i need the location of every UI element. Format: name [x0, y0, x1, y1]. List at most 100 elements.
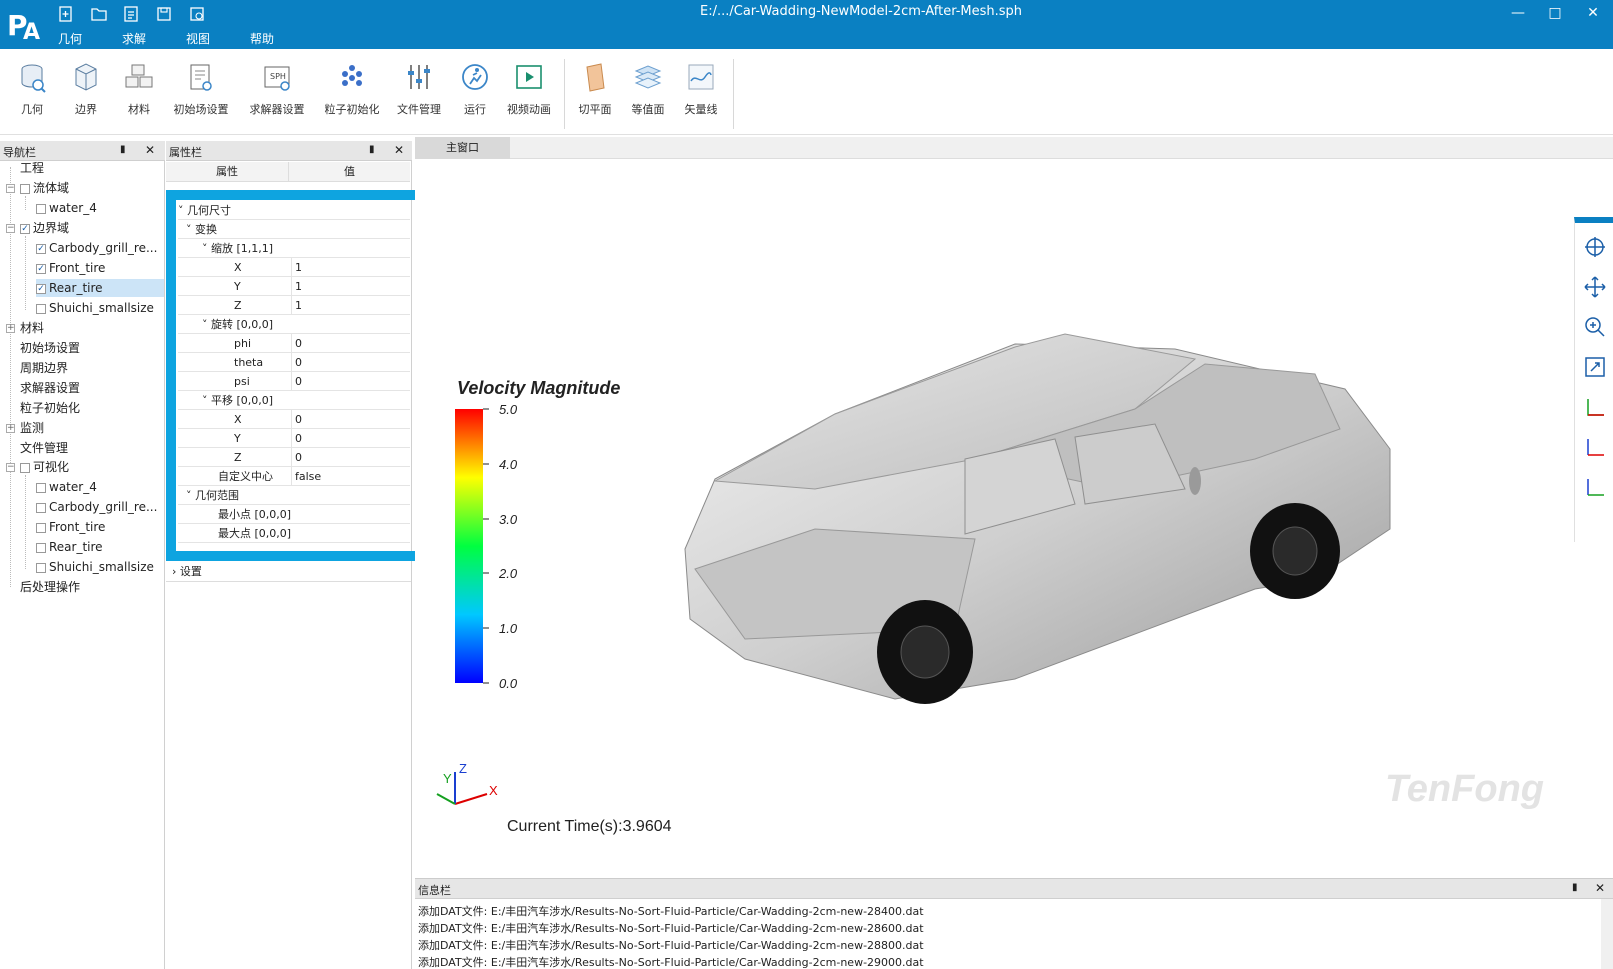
ribbon-video-button[interactable]: 视频动画 [503, 61, 555, 131]
3d-viewport[interactable]: Velocity Magnitude 5.0 4.0 3.0 2.0 1.0 0… [415, 159, 1613, 859]
prop-group-translation[interactable]: ˅ 平移 [0,0,0] [178, 391, 410, 410]
pin-icon[interactable]: ▮ [1572, 882, 1578, 893]
prop-row-psi[interactable]: psi 0 [178, 372, 410, 391]
tree-item-vis-carbody[interactable]: Carbody_grill_re... [36, 498, 157, 516]
prop-row-scale-y[interactable]: Y1 [178, 277, 410, 296]
checkbox[interactable] [36, 482, 46, 493]
tree-item-visualization[interactable]: 可视化 [20, 458, 69, 476]
ribbon-boundary-button[interactable]: 边界 [68, 61, 104, 131]
prop-value[interactable]: 1 [291, 296, 410, 315]
ribbon-geometry-button[interactable]: 几何 [14, 61, 50, 131]
menu-help[interactable]: 帮助 [250, 30, 274, 47]
fit-view-icon[interactable] [1583, 355, 1607, 379]
tree-item-vis-water[interactable]: water_4 [36, 478, 97, 496]
view-xz-icon[interactable] [1583, 435, 1607, 459]
tree-item-vis-shuichi[interactable]: Shuichi_smallsize [36, 558, 154, 576]
column-header-property[interactable]: 属性 [166, 162, 288, 182]
info-scrollbar[interactable] [1601, 899, 1613, 969]
prop-value[interactable]: 0 [291, 353, 410, 372]
tree-item-water[interactable]: water_4 [36, 199, 97, 217]
tree-item-vis-rear-tire[interactable]: Rear_tire [36, 538, 103, 556]
expand-icon[interactable]: + [6, 424, 15, 433]
rotate-icon[interactable] [1583, 235, 1607, 259]
pin-icon[interactable]: ▮ [120, 144, 126, 155]
prop-group-geometry-range[interactable]: ˅ 几何范围 [178, 486, 410, 505]
close-icon[interactable]: ✕ [1595, 881, 1605, 895]
pan-icon[interactable] [1583, 275, 1607, 299]
ribbon-run-button[interactable]: 运行 [457, 61, 493, 131]
tree-item-project[interactable]: 工程 [20, 159, 44, 177]
ribbon-solver-settings-button[interactable]: SPH 求解器设置 [244, 61, 310, 131]
prop-group-settings[interactable]: › 设置 [172, 563, 202, 581]
collapse-icon[interactable]: − [6, 184, 15, 193]
prop-value[interactable]: 1 [291, 277, 410, 296]
menu-view[interactable]: 视图 [186, 30, 210, 47]
view-yz-icon[interactable] [1583, 475, 1607, 499]
tree-item-monitor[interactable]: 监测 [20, 419, 44, 437]
tree-item-particle-init[interactable]: 粒子初始化 [20, 399, 80, 417]
tree-item-front-tire[interactable]: ✓ Front_tire [36, 259, 105, 277]
prop-row-scale-x[interactable]: X1 [178, 258, 410, 277]
ribbon-isosurface-button[interactable]: 等值面 [627, 61, 669, 131]
tree-item-boundary-domain[interactable]: ✓ 边界域 [20, 219, 69, 237]
checkbox[interactable]: ✓ [36, 243, 46, 254]
tree-item-shuichi[interactable]: Shuichi_smallsize [36, 299, 154, 317]
checkbox[interactable] [36, 542, 46, 553]
prop-group-geometry-size[interactable]: ˅ 几何尺寸 [178, 201, 410, 220]
ribbon-material-button[interactable]: 材料 [121, 61, 157, 131]
checkbox[interactable] [36, 502, 46, 513]
prop-row-translate-z[interactable]: Z0 [178, 448, 410, 467]
checkbox[interactable] [36, 303, 46, 314]
prop-row-custom-center[interactable]: 自定义中心 false [178, 467, 410, 486]
checkbox[interactable]: ✓ [20, 223, 30, 234]
prop-value[interactable]: 0 [291, 334, 410, 353]
prop-value[interactable]: 0 [291, 448, 410, 467]
ribbon-particle-init-button[interactable]: 粒子初始化 [320, 61, 384, 131]
prop-group-transform[interactable]: ˅ 变换 [178, 220, 410, 239]
tree-item-periodic-boundary[interactable]: 周期边界 [20, 359, 68, 377]
collapse-icon[interactable]: − [6, 224, 15, 233]
prop-row-min-point[interactable]: 最小点 [0,0,0] [178, 505, 410, 524]
prop-row-translate-x[interactable]: X0 [178, 410, 410, 429]
tree-item-solver-settings[interactable]: 求解器设置 [20, 379, 80, 397]
expand-icon[interactable]: + [6, 324, 15, 333]
ribbon-vector-line-button[interactable]: 矢量线 [680, 61, 722, 131]
column-header-value[interactable]: 值 [288, 162, 410, 182]
tree-item-postprocess[interactable]: 后处理操作 [20, 578, 80, 596]
tab-main-window[interactable]: 主窗口 [415, 137, 510, 159]
ribbon-cut-plane-button[interactable]: 切平面 [574, 61, 616, 131]
tree-item-material[interactable]: 材料 [20, 319, 44, 337]
tree-item-vis-front-tire[interactable]: Front_tire [36, 518, 105, 536]
ribbon-file-manage-button[interactable]: 文件管理 [393, 61, 445, 131]
menu-solve[interactable]: 求解 [122, 30, 146, 47]
checkbox[interactable] [36, 203, 46, 214]
tree-item-carbody[interactable]: ✓ Carbody_grill_re... [36, 239, 157, 257]
checkbox[interactable] [36, 522, 46, 533]
prop-value[interactable]: 0 [291, 429, 410, 448]
close-icon[interactable]: ✕ [394, 143, 404, 157]
zoom-icon[interactable] [1583, 315, 1607, 339]
minimize-button[interactable]: — [1503, 2, 1533, 24]
prop-value[interactable]: 0 [291, 372, 410, 391]
close-icon[interactable]: ✕ [145, 143, 155, 157]
prop-row-theta[interactable]: theta 0 [178, 353, 410, 372]
prop-value[interactable]: false [291, 467, 410, 486]
prop-row-scale-z[interactable]: Z1 [178, 296, 410, 315]
maximize-button[interactable]: □ [1540, 2, 1570, 24]
prop-group-rotation[interactable]: ˅ 旋转 [0,0,0] [178, 315, 410, 334]
tree-item-file-manage[interactable]: 文件管理 [20, 439, 68, 457]
close-button[interactable]: ✕ [1578, 2, 1608, 24]
new-file-icon[interactable] [57, 5, 75, 23]
checkbox[interactable] [20, 462, 30, 473]
tree-item-fluid-domain[interactable]: 流体域 [20, 179, 69, 197]
import-icon[interactable] [122, 5, 140, 23]
prop-group-scale[interactable]: ˅ 缩放 [1,1,1] [178, 239, 410, 258]
collapse-icon[interactable]: − [6, 463, 15, 472]
save-as-icon[interactable] [188, 5, 206, 23]
open-folder-icon[interactable] [90, 5, 108, 23]
tree-item-rear-tire[interactable]: ✓ Rear_tire [36, 279, 164, 297]
ribbon-initial-field-button[interactable]: 初始场设置 [168, 61, 234, 131]
checkbox[interactable] [36, 562, 46, 573]
tree-item-initial-field[interactable]: 初始场设置 [20, 339, 80, 357]
save-icon[interactable] [155, 5, 173, 23]
